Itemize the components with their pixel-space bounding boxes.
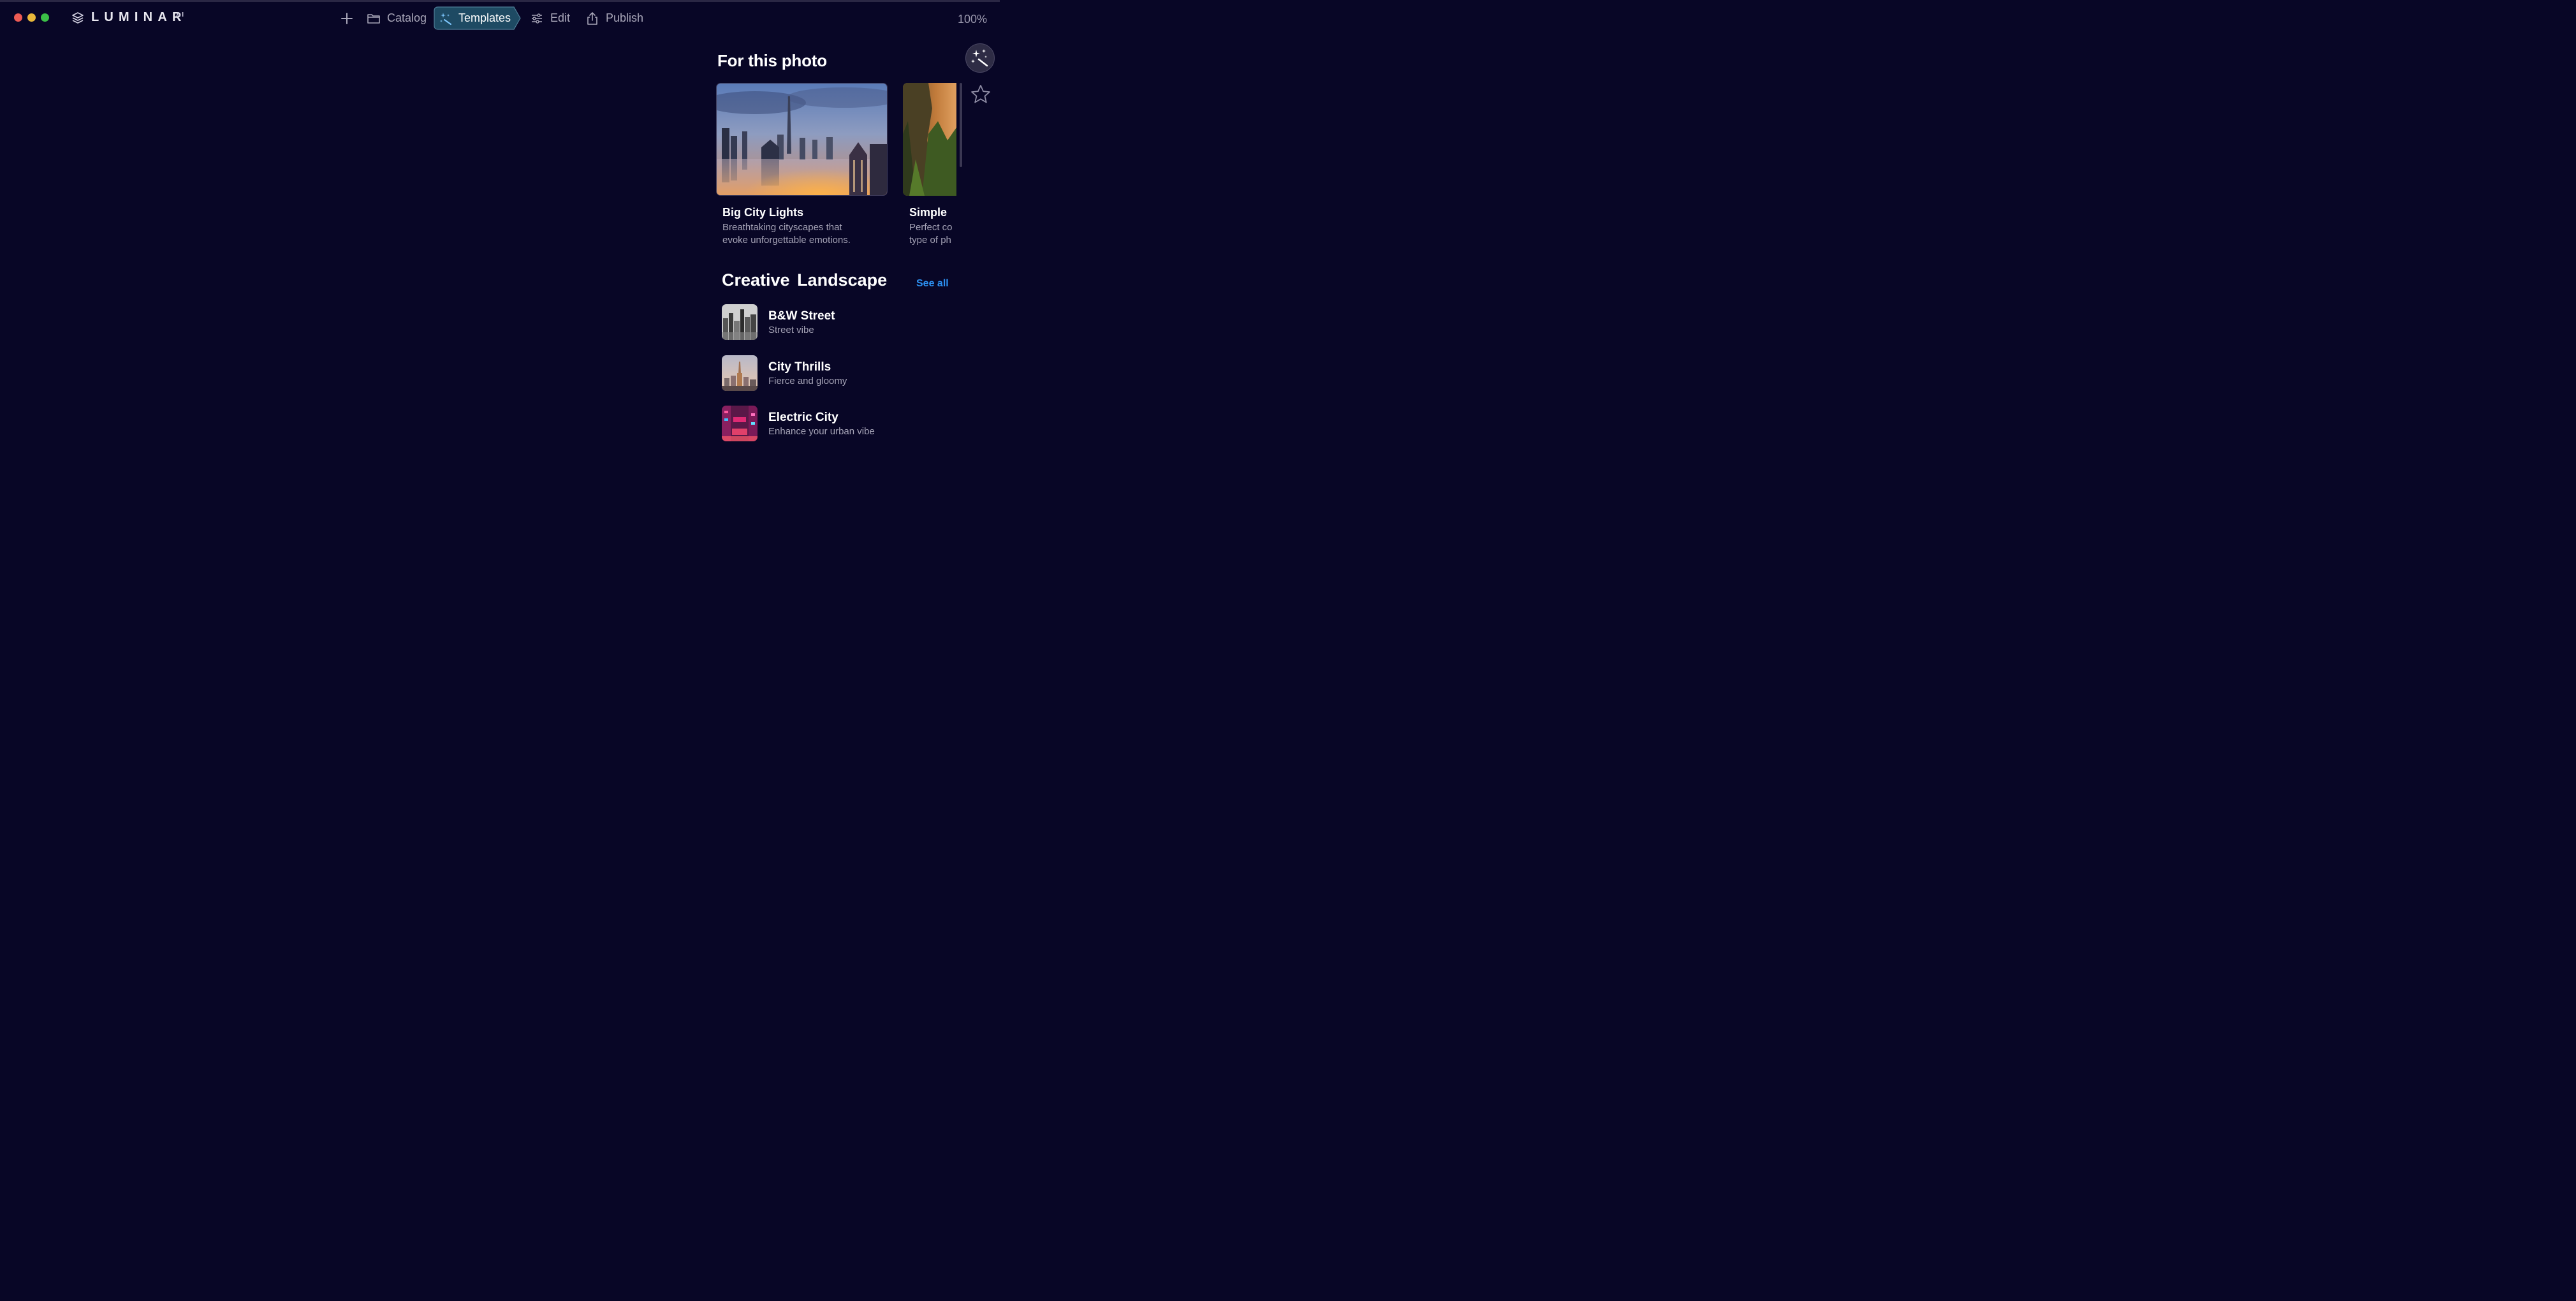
neon-city-thumbnail xyxy=(722,406,757,441)
template-card-simple[interactable] xyxy=(903,83,956,196)
template-card-description-line: Perfect co xyxy=(909,222,953,233)
city-skyline-thumbnail xyxy=(722,355,757,391)
template-card-peek-text: Simple Perfect co type of ph xyxy=(909,203,956,254)
window-close-button[interactable] xyxy=(14,13,22,22)
share-icon xyxy=(587,11,597,25)
template-card-title: Big City Lights xyxy=(722,206,803,219)
tab-edit-label: Edit xyxy=(550,11,571,24)
template-card-description: Breathtaking cityscapes that evoke unfor… xyxy=(722,221,851,247)
list-item-thumbnail xyxy=(722,355,757,391)
magic-wand-icon xyxy=(440,12,451,25)
section-title-for-this-photo: For this photo xyxy=(717,51,827,70)
template-card-description-line: evoke unforgettable emotions. xyxy=(722,235,851,246)
tab-catalog[interactable]: Catalog xyxy=(367,6,427,30)
template-thumbnail-city xyxy=(717,84,887,195)
list-item[interactable]: B&W Street Street vibe xyxy=(722,304,951,340)
window-zoom-button[interactable] xyxy=(41,13,49,22)
star-icon[interactable] xyxy=(969,83,992,106)
list-item-title: B&W Street xyxy=(768,309,835,323)
carousel-scrollbar[interactable] xyxy=(960,83,962,167)
window-top-border xyxy=(0,0,1000,2)
template-card-description: Perfect co type of ph xyxy=(909,221,953,247)
list-item[interactable]: Electric City Enhance your urban vibe xyxy=(722,406,951,441)
template-card-title: Simple xyxy=(909,206,948,219)
template-card-description-line: Breathtaking cityscapes that xyxy=(722,222,842,233)
tab-publish[interactable]: Publish xyxy=(585,6,643,30)
tab-catalog-label: Catalog xyxy=(387,11,427,24)
tab-publish-label: Publish xyxy=(606,11,644,24)
app-logo-suffix: AI xyxy=(176,11,185,18)
window-minimize-button[interactable] xyxy=(27,13,36,22)
magic-wand-icon xyxy=(971,49,988,67)
bw-city-thumbnail xyxy=(722,304,757,340)
app-logo-text: LUMINAR xyxy=(91,10,187,24)
template-thumbnail-forest xyxy=(903,83,956,196)
list-item-subtitle: Street vibe xyxy=(768,325,814,335)
list-item[interactable]: City Thrills Fierce and gloomy xyxy=(722,355,951,391)
list-item-thumbnail xyxy=(722,304,757,340)
plus-icon[interactable] xyxy=(340,11,354,26)
list-item-subtitle: Fierce and gloomy xyxy=(768,376,847,386)
template-card-description-line: type of ph xyxy=(909,235,951,246)
see-all-link[interactable]: See all xyxy=(916,278,949,290)
list-item-thumbnail xyxy=(722,406,757,441)
list-item-subtitle: Enhance your urban vibe xyxy=(768,426,875,437)
section-title-creative-landscape: Creative Landscape xyxy=(722,270,888,290)
folder-icon xyxy=(367,13,380,24)
sliders-icon xyxy=(532,13,542,24)
list-item-title: City Thrills xyxy=(768,360,831,374)
template-card-big-city-lights[interactable] xyxy=(716,83,888,196)
app-window: LUMINAR AI Catalog Templates Edit Publis… xyxy=(0,0,1000,505)
zoom-level[interactable]: 100% xyxy=(958,13,987,26)
layers-icon xyxy=(72,12,84,24)
ai-tools-button[interactable] xyxy=(965,43,995,73)
tab-edit[interactable]: Edit xyxy=(530,6,570,30)
tab-templates[interactable]: Templates xyxy=(434,6,522,30)
list-item-title: Electric City xyxy=(768,411,838,424)
tab-templates-label: Templates xyxy=(458,11,511,24)
